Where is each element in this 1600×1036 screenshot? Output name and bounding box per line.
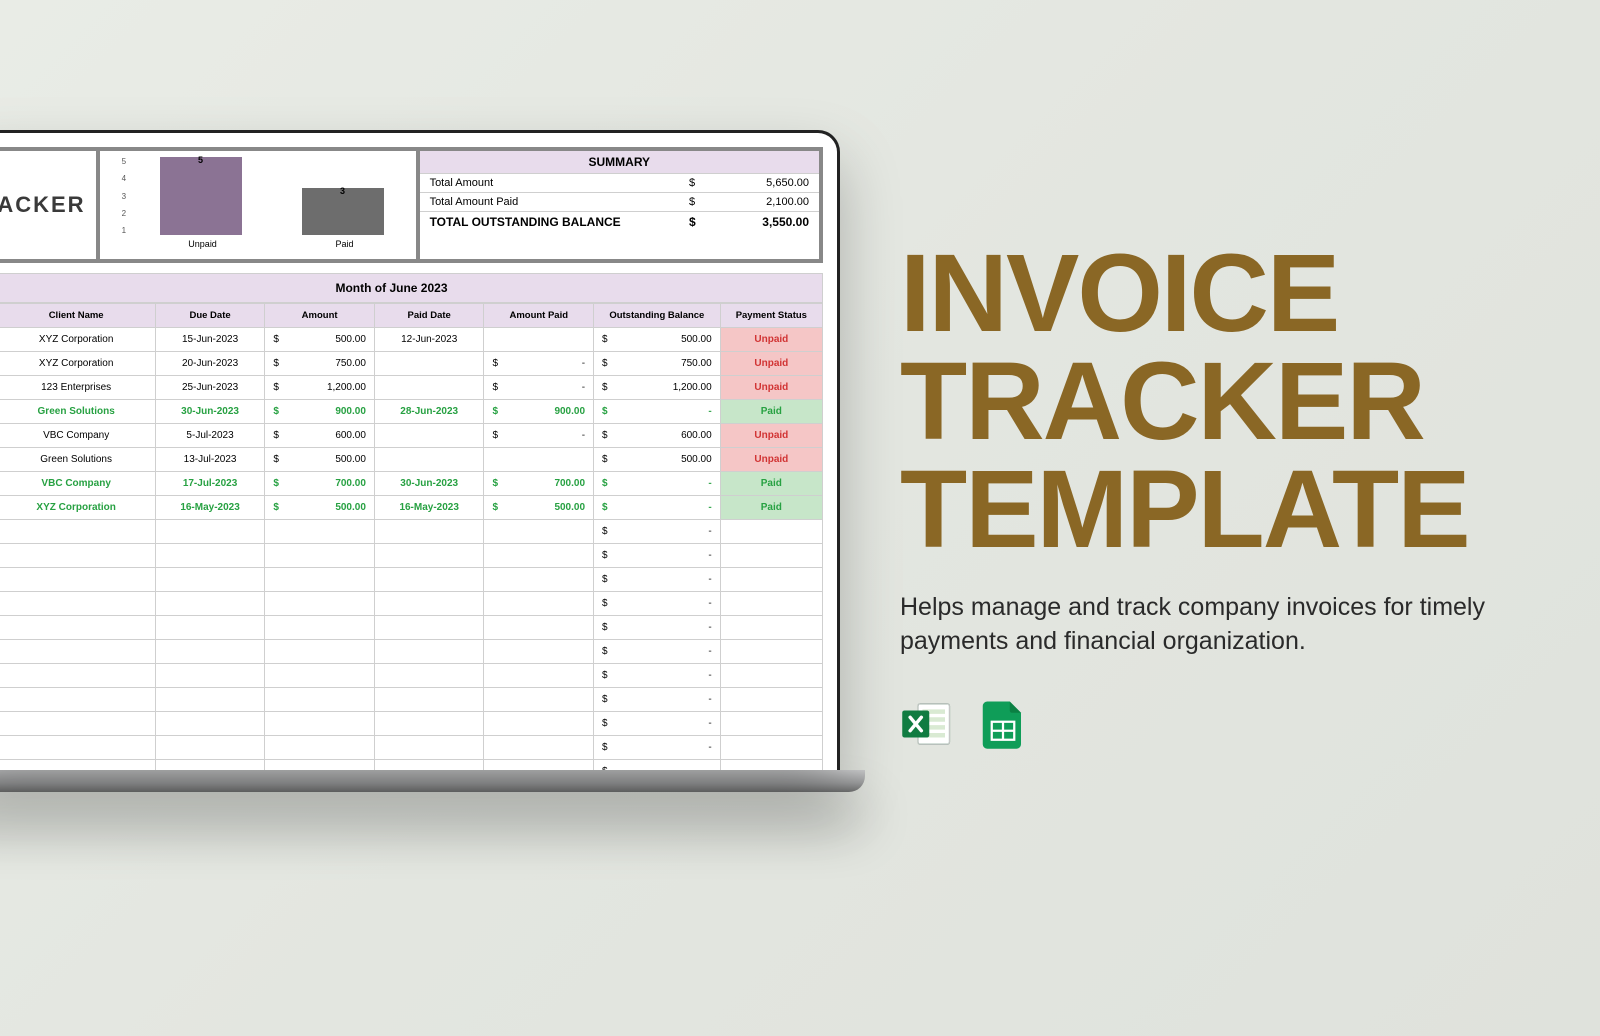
table-row: $- xyxy=(0,520,823,544)
table-row: $- xyxy=(0,760,823,771)
table-row: XYZ Corporation15-Jun-2023$500.0012-Jun-… xyxy=(0,328,823,352)
summary-row: Total Amount$5,650.00 xyxy=(420,174,819,193)
laptop-base xyxy=(0,770,865,792)
table-row: $- xyxy=(0,568,823,592)
promo-subtitle: Helps manage and track company invoices … xyxy=(900,591,1540,659)
table-row: Green Solutions30-Jun-2023$900.0028-Jun-… xyxy=(0,400,823,424)
summary-row: Total Amount Paid$2,100.00 xyxy=(420,193,819,212)
summary-box: SUMMARY Total Amount$5,650.00Total Amoun… xyxy=(416,151,819,259)
table-header-cell: Amount Paid xyxy=(484,304,594,328)
table-row: $- xyxy=(0,712,823,736)
promo-title-line3: TEMPLATE xyxy=(900,448,1469,571)
table-row: $- xyxy=(0,544,823,568)
table-row: VBC Company5-Jul-2023$600.00$-$600.00Unp… xyxy=(0,424,823,448)
table-header-cell: Outstanding Balance xyxy=(594,304,721,328)
tracker-title: TRACKER xyxy=(0,151,96,259)
chart-bars: 53 xyxy=(140,157,404,235)
table-row: $- xyxy=(0,640,823,664)
table-row: VBC Company17-Jul-2023$700.0030-Jun-2023… xyxy=(0,472,823,496)
table-row: $- xyxy=(0,592,823,616)
status-badge: Unpaid xyxy=(720,328,822,352)
sheets-icon xyxy=(976,697,1030,751)
table-row: 123 Enterprises25-Jun-2023$1,200.00$-$1,… xyxy=(0,376,823,400)
table-header-cell: Payment Status xyxy=(720,304,822,328)
table-body: XYZ Corporation15-Jun-2023$500.0012-Jun-… xyxy=(0,328,823,771)
table-header-cell: Amount xyxy=(265,304,375,328)
laptop-mockup: TRACKER 54321 53 UnpaidPaid SUMMARY Tota… xyxy=(0,130,860,792)
table-row: Green Solutions13-Jul-2023$500.00$500.00… xyxy=(0,448,823,472)
promo-panel: INVOICE TRACKER TEMPLATE Helps manage an… xyxy=(900,240,1540,751)
status-badge: Paid xyxy=(720,472,822,496)
chart-y-axis: 54321 xyxy=(122,157,126,235)
status-bar-chart: 54321 53 UnpaidPaid xyxy=(96,151,416,259)
table-header-cell: Paid Date xyxy=(374,304,484,328)
status-badge: Unpaid xyxy=(720,448,822,472)
excel-icon xyxy=(900,697,954,751)
status-badge: Paid xyxy=(720,400,822,424)
table-row: $- xyxy=(0,664,823,688)
promo-title-line1: INVOICE xyxy=(900,232,1338,355)
summary-total: TOTAL OUTSTANDING BALANCE$3,550.00 xyxy=(420,212,819,232)
laptop-screen: TRACKER 54321 53 UnpaidPaid SUMMARY Tota… xyxy=(0,130,840,770)
status-badge: Unpaid xyxy=(720,352,822,376)
table-row: $- xyxy=(0,688,823,712)
table-header-row: berClient NameDue DateAmountPaid DateAmo… xyxy=(0,304,823,328)
promo-title: INVOICE TRACKER TEMPLATE xyxy=(900,240,1540,563)
status-badge: Paid xyxy=(720,496,822,520)
table-row: XYZ Corporation16-May-2023$500.0016-May-… xyxy=(0,496,823,520)
promo-title-line2: TRACKER xyxy=(900,340,1424,463)
month-header: Month of June 2023 xyxy=(0,273,823,303)
summary-title: SUMMARY xyxy=(420,151,819,174)
summary-rows: Total Amount$5,650.00Total Amount Paid$2… xyxy=(420,174,819,232)
top-frame: TRACKER 54321 53 UnpaidPaid SUMMARY Tota… xyxy=(0,147,823,263)
status-badge: Unpaid xyxy=(720,424,822,448)
table-row: $- xyxy=(0,616,823,640)
chart-x-labels: UnpaidPaid xyxy=(122,239,408,249)
invoice-table: berClient NameDue DateAmountPaid DateAmo… xyxy=(0,303,823,770)
table-header-cell: Due Date xyxy=(155,304,265,328)
table-header-cell: Client Name xyxy=(0,304,155,328)
table-row: XYZ Corporation20-Jun-2023$750.00$-$750.… xyxy=(0,352,823,376)
status-badge: Unpaid xyxy=(720,376,822,400)
table-row: $- xyxy=(0,736,823,760)
format-icons xyxy=(900,697,1540,751)
